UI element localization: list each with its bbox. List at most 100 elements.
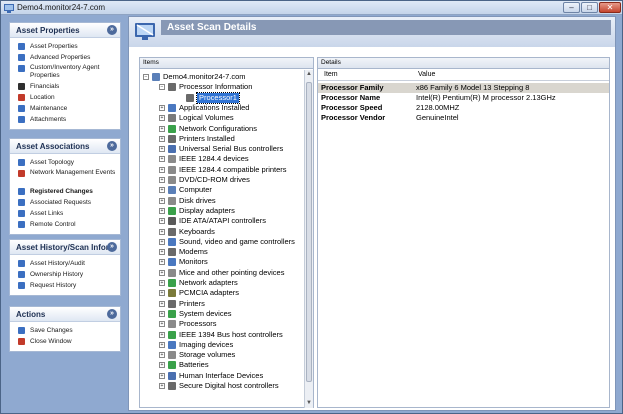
expand-icon[interactable]: + [159,310,165,317]
processors-icon [168,320,176,329]
save-icon [18,327,25,334]
sidebar-item[interactable]: Ownership History [10,269,120,280]
topology-icon [18,159,25,166]
tree-node-label: Imaging devices [179,339,234,349]
sidebar-item-label: Registered Changes [30,188,93,195]
location-icon [18,94,25,101]
sidebar-item[interactable]: Location [10,92,120,103]
sidebar-item[interactable]: Financials [10,81,120,92]
expand-icon[interactable]: + [159,125,165,132]
sidebar-panel-title: Actions [16,310,46,319]
expand-icon[interactable]: + [159,238,165,245]
sidebar-item-label: Asset History/Audit [30,260,85,267]
sidebar-item-label: Associated Requests [30,199,92,206]
details-row[interactable]: Processor Speed 2128.00MHZ [318,103,609,113]
expand-icon[interactable]: + [159,197,165,204]
tree-node-label: Display adapters [179,205,235,215]
column-header-item[interactable]: Item [324,71,338,78]
details-row[interactable]: Processor Family x86 Family 6 Model 13 St… [318,83,609,93]
details-row[interactable]: Processor Name Intel(R) Pentium(R) M proc… [318,93,609,103]
cpu-icon [186,93,194,102]
details-item-value: 2128.00MHZ [416,103,460,112]
close-button[interactable]: ✕ [599,2,621,13]
page-title: Asset Scan Details [161,20,611,35]
sidebar-item[interactable]: Asset Links [10,208,120,219]
expand-icon[interactable]: + [159,362,165,369]
scroll-thumb[interactable] [306,82,312,382]
links-icon [18,210,25,217]
tree-node-label: DVD/CD-ROM drives [179,175,250,184]
collapse-icon[interactable]: − [143,74,149,80]
financials-icon [18,83,25,90]
expand-icon[interactable]: + [159,207,165,214]
expand-icon[interactable]: + [159,269,165,276]
expand-icon[interactable]: + [159,290,165,297]
keyboard-icon [168,227,176,236]
network-icon [168,124,176,133]
column-header-value[interactable]: Value [418,71,435,78]
expand-icon[interactable]: + [159,352,165,359]
collapse-chevron-icon[interactable]: » [107,242,117,252]
minimize-button[interactable]: – [563,2,580,13]
sidebar-item-label: Advanced Properties [30,54,91,61]
expand-icon[interactable]: + [159,135,165,142]
sidebar-item[interactable]: Asset Properties [10,41,120,52]
sidebar-item-label: Attachments [30,116,67,123]
sidebar-item[interactable]: Advanced Properties [10,52,120,63]
sidebar-item[interactable]: Maintenance [10,103,120,114]
expand-icon[interactable]: + [159,249,165,256]
request-history-icon [18,282,25,289]
expand-icon[interactable]: + [159,115,165,122]
ieee-device-icon [168,155,176,164]
tree-node-label: PCMCIA adapters [179,288,240,298]
expand-icon[interactable]: + [159,177,165,183]
expand-icon[interactable]: + [159,383,165,389]
sidebar-panel-header[interactable]: Asset Properties » [10,23,120,38]
expand-icon[interactable]: + [159,280,165,286]
applications-icon [168,103,176,112]
expand-icon[interactable]: + [159,259,165,266]
expand-icon[interactable]: + [159,156,165,163]
ieee-printer-icon [168,165,176,174]
sidebar-item[interactable]: Asset History/Audit [10,258,120,269]
expand-icon[interactable]: + [159,146,165,153]
hid-icon [168,371,176,380]
expand-icon[interactable]: + [159,218,165,225]
expand-icon[interactable]: + [159,187,165,194]
sidebar-item[interactable]: Asset Topology [10,157,120,168]
expand-icon[interactable]: + [159,341,165,348]
ownership-icon [18,271,25,278]
sidebar-panel-header[interactable]: Asset History/Scan Infor...» [10,240,120,255]
expand-icon[interactable]: + [159,166,165,173]
computer-node-icon [168,186,176,195]
collapse-chevron-icon[interactable]: » [107,309,117,319]
sidebar-item[interactable]: Registered Changes [10,186,120,197]
sidebar-item[interactable]: Associated Requests [10,197,120,208]
maximize-button[interactable]: □ [581,2,598,13]
sidebar-item[interactable]: Request History [10,280,120,291]
scroll-up-arrow-icon[interactable]: ▲ [305,70,313,79]
sidebar-item[interactable]: Close Window [10,336,120,347]
collapse-icon[interactable]: − [159,84,165,91]
sidebar-panel-header[interactable]: Actions » [10,307,120,322]
sidebar-item[interactable]: Remote Control [10,219,120,230]
sidebar-panel-header[interactable]: Asset Associations » [10,139,120,154]
expand-icon[interactable]: + [159,321,165,328]
expand-icon[interactable]: + [159,372,165,379]
expand-icon[interactable]: + [159,331,165,338]
sidebar-item[interactable]: Custom/Inventory Agent Properties [10,63,120,81]
details-row[interactable]: Processor Vendor GenuineIntel [318,113,609,123]
sidebar-item[interactable]: Save Changes [10,325,120,336]
expand-icon[interactable]: + [159,228,165,235]
scroll-down-arrow-icon[interactable]: ▼ [305,399,313,408]
sidebar-item[interactable]: Attachments [10,114,120,125]
expand-icon[interactable]: + [159,300,165,307]
tree-node-label: Computer [179,185,212,195]
battery-icon [168,361,176,370]
items-scrollbar[interactable]: ▲ ▼ [304,70,313,408]
title-bar[interactable]: Demo4.monitor24-7.com – □ ✕ [1,1,622,15]
collapse-chevron-icon[interactable]: » [107,141,117,151]
collapse-chevron-icon[interactable]: » [107,25,117,35]
sidebar-item[interactable]: Network Management Events [10,168,120,186]
expand-icon[interactable]: + [159,104,165,111]
